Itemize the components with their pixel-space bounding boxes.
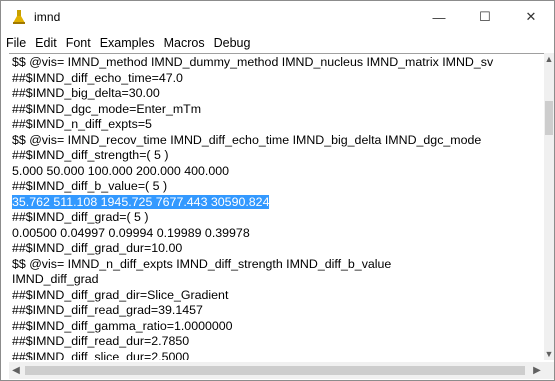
editor-line[interactable]: ##$IMND_diff_echo_time=47.0 — [12, 71, 542, 87]
editor-line[interactable]: $$ @vis= IMND_recov_time IMND_diff_echo_… — [12, 133, 542, 149]
menu-edit[interactable]: Edit — [31, 33, 61, 53]
title-bar[interactable]: imnd — ☐ ✕ — [1, 1, 554, 33]
horizontal-scrollbar[interactable]: ◀ ▶ — [9, 362, 544, 379]
editor-line[interactable]: $$ @vis= IMND_method IMND_dummy_method I… — [12, 55, 542, 71]
scroll-left-icon[interactable]: ◀ — [9, 362, 23, 379]
scroll-right-icon[interactable]: ▶ — [530, 362, 544, 379]
editor-line[interactable]: ##$IMND_diff_grad=( 5 ) — [12, 210, 542, 226]
menu-debug[interactable]: Debug — [210, 33, 255, 53]
scroll-up-icon[interactable]: ▲ — [544, 53, 554, 65]
vertical-scrollbar[interactable]: ▲ ▼ — [544, 53, 554, 360]
editor-line[interactable]: ##$IMND_diff_slice_dur=2.5000 — [12, 350, 542, 361]
editor-line[interactable]: 5.000 50.000 100.000 200.000 400.000 — [12, 164, 542, 180]
editor-line[interactable]: IMND_diff_grad — [12, 272, 542, 288]
flask-icon — [11, 9, 27, 25]
window-title: imnd — [34, 10, 61, 24]
editor-line[interactable]: ##$IMND_diff_b_value=( 5 ) — [12, 179, 542, 195]
menu-file[interactable]: File — [1, 33, 30, 53]
editor-line[interactable]: ##$IMND_diff_read_grad=39.1457 — [12, 303, 542, 319]
menu-font[interactable]: Font — [62, 33, 95, 53]
vertical-scroll-thumb[interactable] — [545, 101, 553, 135]
editor-line[interactable]: ##$IMND_diff_grad_dur=10.00 — [12, 241, 542, 257]
minimize-button[interactable]: — — [416, 1, 462, 33]
caption-buttons: — ☐ ✕ — [416, 1, 554, 33]
close-button[interactable]: ✕ — [508, 1, 554, 33]
editor-line[interactable]: ##$IMND_diff_read_dur=2.7850 — [12, 334, 542, 350]
editor-line[interactable]: $$ @vis= IMND_n_diff_expts IMND_diff_str… — [12, 257, 542, 273]
menu-macros[interactable]: Macros — [160, 33, 209, 53]
text-editor[interactable]: $$ @vis= IMND_method IMND_dummy_method I… — [9, 53, 544, 360]
editor-line[interactable]: ##$IMND_diff_grad_dir=Slice_Gradient — [12, 288, 542, 304]
menu-bar: File Edit Font Examples Macros Debug — [1, 33, 554, 53]
editor-line[interactable]: ##$IMND_diff_strength=( 5 ) — [12, 148, 542, 164]
editor-lines: $$ @vis= IMND_method IMND_dummy_method I… — [12, 55, 542, 360]
editor-line[interactable]: ##$IMND_dgc_mode=Enter_mTm — [12, 102, 542, 118]
maximize-button[interactable]: ☐ — [462, 1, 508, 33]
editor-line[interactable]: ##$IMND_big_delta=30.00 — [12, 86, 542, 102]
editor-line[interactable]: 0.00500 0.04997 0.09994 0.19989 0.39978 — [12, 226, 542, 242]
editor-line[interactable]: ##$IMND_n_diff_expts=5 — [12, 117, 542, 133]
scrollbar-corner — [544, 362, 554, 379]
editor-line-selected[interactable]: 35.762 511.108 1945.725 7677.443 30590.8… — [12, 194, 542, 211]
scroll-down-icon[interactable]: ▼ — [544, 348, 554, 360]
horizontal-scroll-thumb[interactable] — [25, 366, 525, 375]
editor-line[interactable]: ##$IMND_diff_gamma_ratio=1.0000000 — [12, 319, 542, 335]
menu-examples[interactable]: Examples — [96, 33, 159, 53]
